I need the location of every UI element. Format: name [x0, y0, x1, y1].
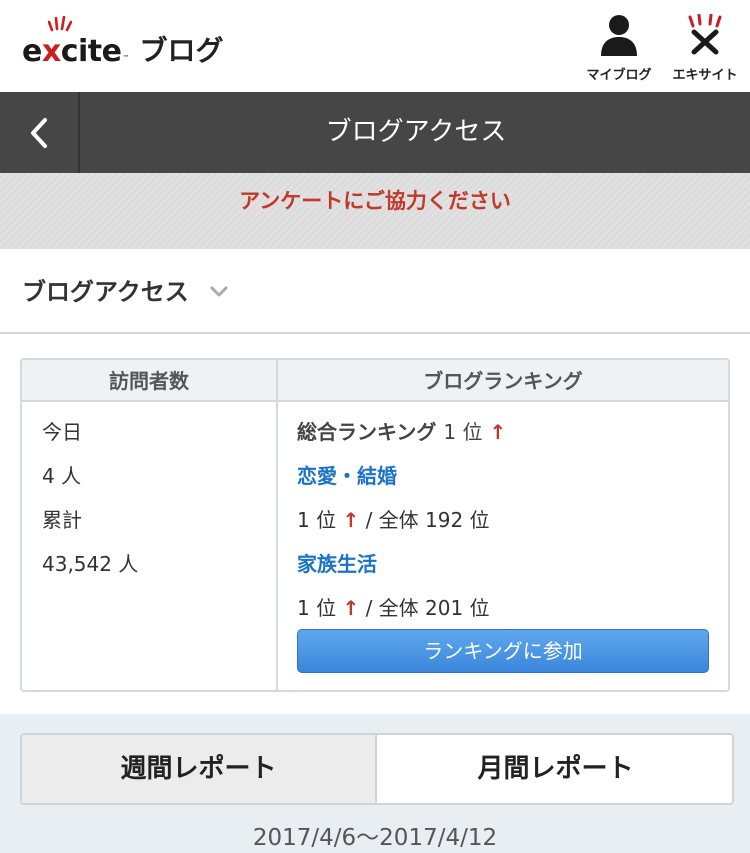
up-arrow-icon: ↑ — [342, 596, 360, 620]
back-button[interactable] — [0, 92, 80, 173]
category-link-love[interactable]: 恋愛・結婚 — [297, 462, 397, 490]
join-ranking-button[interactable]: ランキングに参加 — [297, 629, 709, 673]
total-value: 43,542 人 — [42, 552, 139, 576]
visitors-header: 訪問者数 — [109, 369, 189, 393]
title-bar: ブログアクセス — [0, 92, 750, 173]
page-title: ブログアクセス — [325, 117, 507, 147]
ranking-header: ブログランキング — [423, 369, 583, 393]
survey-banner[interactable]: アンケートにご協力ください — [0, 173, 750, 248]
excite-label: エキサイト — [672, 68, 738, 83]
report-tabs: 週間レポート 月間レポート — [20, 733, 734, 805]
category-rank-love: 1 位 ↑ / 全体 192 位 — [297, 506, 490, 534]
total-label: 累計 — [42, 508, 82, 532]
column-divider — [276, 360, 278, 690]
overall-ranking-label: 総合ランキング — [297, 420, 437, 444]
myblog-label: マイブログ — [586, 68, 652, 83]
excite-button[interactable]: エキサイト — [664, 13, 746, 83]
logo-blog-text: ブログ — [139, 34, 224, 67]
stats-table: 訪問者数 ブログランキング 今日 4 人 累計 43,542 人 総合ランキング… — [20, 358, 730, 692]
category-rank-family: 1 位 ↑ / 全体 201 位 — [297, 594, 490, 622]
category-overall-value: / 全体 201 位 — [365, 596, 490, 620]
excite-icon — [688, 13, 722, 55]
app-header: excite ™ ブログ マイブログ エキサイト — [0, 0, 750, 92]
today-label: 今日 — [42, 420, 82, 444]
myblog-button[interactable]: マイブログ — [578, 14, 660, 83]
logo-wordmark: excite — [22, 34, 122, 69]
section-title: ブログアクセス — [22, 278, 189, 306]
category-link-family[interactable]: 家族生活 — [297, 550, 377, 578]
up-arrow-icon: ↑ — [342, 508, 360, 532]
report-date-range: 2017/4/6〜2017/4/12 — [252, 825, 498, 851]
excite-blog-logo[interactable]: excite ™ ブログ — [22, 16, 224, 70]
tab-monthly-report[interactable]: 月間レポート — [379, 735, 732, 803]
category-overall-value: / 全体 192 位 — [365, 508, 490, 532]
stats-area: 訪問者数 ブログランキング 今日 4 人 累計 43,542 人 総合ランキング… — [0, 334, 750, 714]
survey-link[interactable]: アンケートにご協力ください — [239, 185, 511, 215]
excite-sparkle-icon — [48, 16, 72, 32]
overall-ranking-value: 1 位 — [443, 420, 483, 444]
overall-ranking: 総合ランキング 1 位 ↑ — [297, 418, 506, 446]
chevron-left-icon — [31, 117, 47, 148]
up-arrow-icon: ↑ — [489, 420, 507, 444]
category-rank-value: 1 位 — [297, 596, 337, 620]
today-value: 4 人 — [42, 464, 82, 488]
category-rank-value: 1 位 — [297, 508, 337, 532]
user-icon — [601, 15, 637, 56]
section-header[interactable]: ブログアクセス — [0, 248, 750, 334]
chevron-down-icon[interactable] — [210, 286, 228, 298]
logo-trademark: ™ — [122, 54, 130, 62]
tab-weekly-report[interactable]: 週間レポート — [22, 735, 377, 803]
